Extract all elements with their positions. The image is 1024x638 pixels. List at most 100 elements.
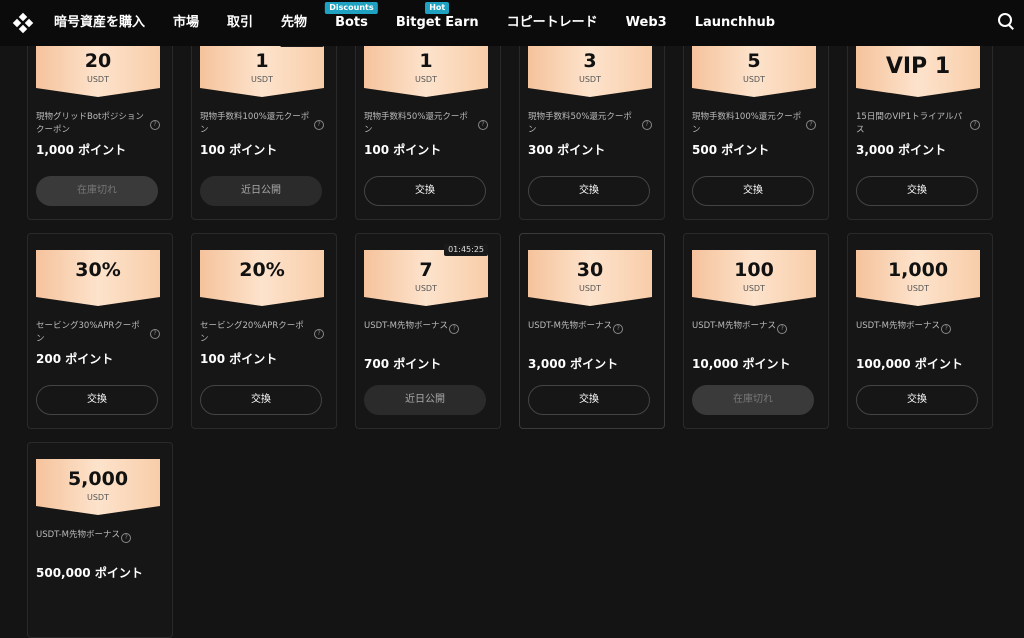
search-icon[interactable]: [998, 13, 1014, 30]
sold-out-button[interactable]: 在庫切れ: [692, 385, 814, 415]
nav-item-label: Bots: [335, 15, 368, 30]
points-cost: 100,000 ポイント: [856, 357, 963, 371]
nav-item-2[interactable]: 取引: [213, 0, 267, 46]
nav-menu: 暗号資産を購入 市場 取引 先物 Bots Discounts Bitget Earn Hot…: [40, 0, 789, 46]
reward-card: 7 USDT 01:45:25 USDT-M先物ボーナス? 700 ポイント 近日公開: [355, 233, 501, 429]
coupon-value: 7: [419, 259, 433, 281]
points-cost: 3,000 ポイント: [856, 143, 947, 157]
coupon-description: セービング20%APRクーポン: [200, 321, 304, 344]
coupon-ticket: 20 USDT: [36, 41, 160, 97]
exchange-button[interactable]: 交換: [856, 385, 978, 415]
top-navigation-bar: 暗号資産を購入 市場 取引 先物 Bots Discounts Bitget Earn Hot…: [0, 0, 1024, 46]
nav-item-label: Launchhub: [694, 15, 776, 30]
coupon-ticket: 1,000 USDT: [856, 250, 980, 306]
coupon-description: USDT-M先物ボーナス: [692, 321, 776, 331]
nav-item-4[interactable]: Bots Discounts: [321, 0, 382, 46]
coupon-value: 1: [419, 50, 433, 72]
coupon-ticket: 30 USDT: [528, 250, 652, 306]
help-icon[interactable]: ?: [478, 120, 488, 130]
nav-badge: Hot: [425, 2, 450, 14]
coupon-description: 現物手数料50%還元クーポン: [528, 112, 632, 135]
help-icon[interactable]: ?: [150, 329, 160, 339]
help-icon[interactable]: ?: [150, 120, 160, 130]
points-cost: 200 ポイント: [36, 352, 114, 366]
reward-card: 5 USDT 現物手数料100%還元クーポン? 500 ポイント 交換: [683, 24, 829, 220]
coupon-unit: USDT: [743, 284, 765, 293]
reward-card: 100 USDT USDT-M先物ボーナス? 10,000 ポイント 在庫切れ: [683, 233, 829, 429]
reward-card: VIP 1 15日間のVIP1トライアルパス? 3,000 ポイント 交換: [847, 24, 993, 220]
coupon-unit: USDT: [415, 284, 437, 293]
coupon-description: USDT-M先物ボーナス: [856, 321, 940, 331]
nav-item-5[interactable]: Bitget Earn Hot: [382, 0, 493, 46]
coupon-ticket: 3 USDT: [528, 41, 652, 97]
points-cost: 500,000 ポイント: [36, 566, 143, 580]
coupon-value: 1,000: [887, 259, 949, 281]
coupon-unit: USDT: [87, 493, 109, 502]
exchange-button[interactable]: 交換: [528, 385, 650, 415]
coupon-ticket: 1 USDT: [200, 41, 324, 97]
coupon-description: 現物手数料100%還元クーポン: [200, 112, 310, 135]
help-icon[interactable]: ?: [314, 120, 324, 130]
nav-item-label: 先物: [281, 15, 308, 30]
nav-item-3[interactable]: 先物: [267, 0, 321, 46]
nav-item-label: 取引: [227, 15, 254, 30]
help-icon[interactable]: ?: [970, 120, 980, 130]
reward-card: 3 USDT 現物手数料50%還元クーポン? 300 ポイント 交換: [519, 24, 665, 220]
reward-card: 30% セービング30%APRクーポン? 200 ポイント交換: [27, 233, 173, 429]
exchange-button[interactable]: 交換: [856, 176, 978, 206]
coupon-unit: USDT: [415, 75, 437, 84]
points-cost: 1,000 ポイント: [36, 143, 127, 157]
coupon-value: 30: [576, 259, 604, 281]
coupon-value: 1: [255, 50, 269, 72]
nav-item-label: Bitget Earn: [395, 15, 479, 30]
reward-card: 20 USDT 現物グリッドBotポジションクーポン? 1,000 ポイント在庫切れ: [27, 24, 173, 220]
coupon-description: セービング30%APRクーポン: [36, 321, 140, 344]
coupon-value: 30%: [75, 259, 121, 281]
sold-out-button[interactable]: 在庫切れ: [36, 176, 158, 206]
coupon-description: USDT-M先物ボーナス: [364, 321, 448, 331]
nav-item-label: 暗号資産を購入: [54, 15, 146, 30]
nav-item-1[interactable]: 市場: [159, 0, 213, 46]
coupon-description: 現物グリッドBotポジションクーポン: [36, 112, 144, 135]
reward-card: 5,000 USDT USDT-M先物ボーナス? 500,000 ポイント: [27, 442, 173, 638]
help-icon[interactable]: ?: [314, 329, 324, 339]
coupon-unit: USDT: [251, 75, 273, 84]
coupon-ticket: VIP 1: [856, 41, 980, 97]
coupon-value: 20: [84, 50, 112, 72]
exchange-button[interactable]: 交換: [200, 385, 322, 415]
coupon-value: 3: [583, 50, 597, 72]
coupon-ticket: 100 USDT: [692, 250, 816, 306]
bitget-logo-icon[interactable]: [12, 12, 34, 34]
help-icon[interactable]: ?: [806, 120, 816, 130]
coupon-ticket: 1 USDT: [364, 41, 488, 97]
nav-item-6[interactable]: コピートレード: [493, 0, 612, 46]
nav-item-0[interactable]: 暗号資産を購入: [40, 0, 159, 46]
nav-item-label: コピートレード: [506, 15, 598, 30]
coupon-value: 5: [747, 50, 761, 72]
coupon-description: USDT-M先物ボーナス: [528, 321, 612, 331]
coupon-unit: USDT: [579, 75, 601, 84]
coming-soon-button[interactable]: 近日公開: [364, 385, 486, 415]
coupon-description: USDT-M先物ボーナス: [36, 530, 120, 540]
exchange-button[interactable]: 交換: [692, 176, 814, 206]
coupon-unit: USDT: [579, 284, 601, 293]
reward-card: 1USDT03:45:25現物手数料100%還元クーポン?100 ポイント近日公…: [191, 24, 337, 220]
coupon-ticket: 5 USDT: [692, 41, 816, 97]
reward-card: 1,000 USDT USDT-M先物ボーナス? 100,000 ポイント 交換: [847, 233, 993, 429]
nav-item-label: Web3: [625, 15, 667, 30]
points-cost: 500 ポイント: [692, 143, 770, 157]
nav-item-8[interactable]: Launchhub: [681, 0, 789, 46]
coupon-ticket: 5,000 USDT: [36, 459, 160, 515]
coupon-ticket: 20%: [200, 250, 324, 306]
reward-card: 30 USDT USDT-M先物ボーナス? 3,000 ポイント 交換: [519, 233, 665, 429]
coupon-description: 現物手数料50%還元クーポン: [364, 112, 468, 135]
exchange-button[interactable]: 交換: [528, 176, 650, 206]
coming-soon-button[interactable]: 近日公開: [200, 176, 322, 206]
help-icon[interactable]: ?: [642, 120, 652, 130]
coupon-value: 5,000: [67, 468, 129, 490]
nav-item-7[interactable]: Web3: [612, 0, 681, 46]
reward-card: 1 USDT 現物手数料50%還元クーポン? 100 ポイント 交換: [355, 24, 501, 220]
exchange-button[interactable]: 交換: [364, 176, 486, 206]
reward-card: 20% セービング20%APRクーポン? 100 ポイント 交換: [191, 233, 337, 429]
exchange-button[interactable]: 交換: [36, 385, 158, 415]
